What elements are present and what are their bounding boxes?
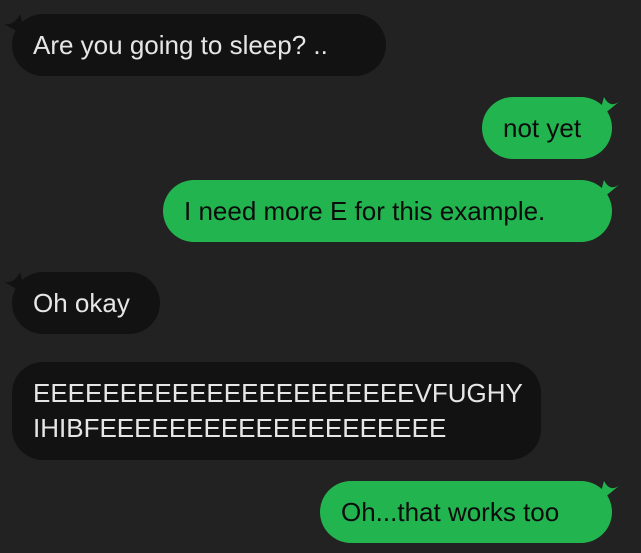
bubble-tail	[4, 14, 26, 36]
message-text: not yet	[503, 113, 582, 143]
message-text: Oh...that works too	[341, 497, 560, 527]
message-outgoing[interactable]: Oh...that works too	[320, 481, 620, 543]
message-text: Oh okay	[33, 288, 130, 318]
message-incoming[interactable]: Oh okay	[4, 272, 160, 334]
message-text: I need more E for this example.	[184, 196, 546, 226]
bubble-tail	[598, 180, 620, 202]
message-outgoing[interactable]: I need more E for this example.	[163, 180, 620, 242]
bubble-tail	[12, 362, 26, 384]
message-text: Are you going to sleep? ..	[33, 30, 328, 60]
message-incoming[interactable]: Are you going to sleep? ..	[4, 14, 386, 76]
message-text-line: IHIBFEEEEEEEEEEEEEEEEEEEE	[33, 413, 447, 443]
message-text-line: EEEEEEEEEEEEEEEEEEEEEEVFUGHY	[33, 378, 523, 408]
message-outgoing[interactable]: not yet	[482, 97, 620, 159]
bubble-tail	[598, 97, 620, 119]
bubble-tail	[598, 481, 620, 503]
bubble-tail	[4, 272, 26, 294]
message-incoming[interactable]: EEEEEEEEEEEEEEEEEEEEEEVFUGHY IHIBFEEEEEE…	[12, 362, 541, 460]
